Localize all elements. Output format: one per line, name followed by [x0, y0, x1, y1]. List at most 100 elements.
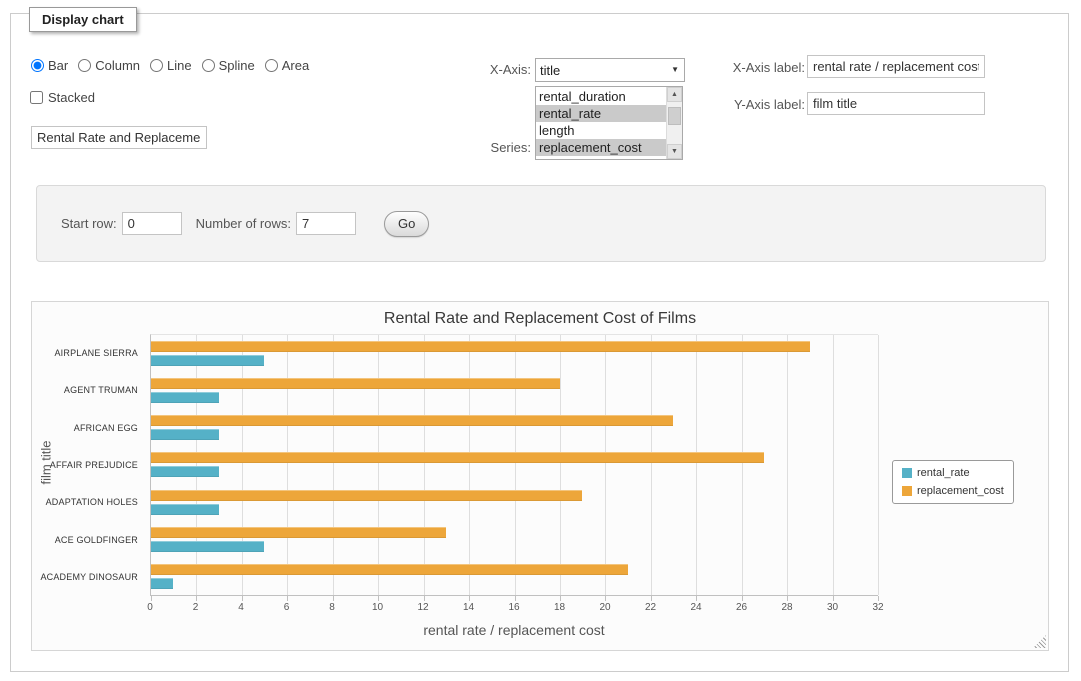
series-option-rental_duration[interactable]: rental_duration: [536, 88, 666, 105]
x-tick-label: 12: [417, 602, 428, 613]
bar-replacement_cost: [151, 452, 764, 463]
stacked-checkbox[interactable]: [30, 91, 43, 104]
chart-type-radio-area[interactable]: [265, 59, 278, 72]
legend-label: replacement_cost: [917, 485, 1004, 497]
axis-tick: [833, 596, 834, 601]
x-tick-label: 20: [599, 602, 610, 613]
axis-tick: [742, 596, 743, 601]
series-option-replacement_cost[interactable]: replacement_cost: [536, 139, 666, 156]
x-axis-label-input[interactable]: [807, 55, 985, 78]
go-button[interactable]: Go: [384, 211, 429, 237]
x-axis-select[interactable]: title: [535, 58, 685, 82]
chart-type-option-spline[interactable]: Spline: [202, 58, 255, 73]
category-row: [151, 409, 878, 446]
category-row: [151, 372, 878, 409]
x-tick-label: 2: [193, 602, 199, 613]
bar-rental_rate: [151, 504, 219, 515]
bar-replacement_cost: [151, 564, 628, 575]
scroll-down-icon: ▼: [671, 148, 678, 155]
series-listbox-scrollbar[interactable]: ▲ ▼: [666, 87, 682, 159]
x-tick-label: 4: [238, 602, 244, 613]
x-axis-select-label: X-Axis:: [431, 62, 531, 77]
x-axis-select-wrap: title ▼: [535, 58, 685, 82]
x-tick-label: 14: [463, 602, 474, 613]
category-row: [151, 558, 878, 595]
series-options: rental_durationrental_ratelengthreplacem…: [536, 87, 666, 159]
axis-tick: [878, 596, 879, 601]
number-of-rows-label: Number of rows:: [196, 216, 291, 231]
x-tick-label: 16: [508, 602, 519, 613]
category-label: ACE GOLDFINGER: [55, 535, 138, 545]
category-row: [151, 484, 878, 521]
row-controls-panel: Start row: Number of rows: Go: [36, 185, 1046, 262]
category-row: [151, 335, 878, 372]
x-axis-title: rental rate / replacement cost: [150, 622, 878, 638]
axis-tick: [196, 596, 197, 601]
chart-type-option-label: Bar: [48, 58, 68, 73]
chart-type-radio-spline[interactable]: [202, 59, 215, 72]
chart-title-input[interactable]: [31, 126, 207, 149]
y-axis-label-label: Y-Axis label:: [699, 97, 805, 112]
x-tick-label: 30: [827, 602, 838, 613]
chart-container: Rental Rate and Replacement Cost of Film…: [31, 301, 1049, 651]
legend-item-rental_rate[interactable]: rental_rate: [902, 467, 1004, 479]
start-row-label: Start row:: [61, 216, 117, 231]
chart-type-radio-column[interactable]: [78, 59, 91, 72]
resize-handle-icon[interactable]: [1033, 635, 1046, 648]
display-chart-panel: Display chart BarColumnLineSplineArea St…: [10, 13, 1069, 672]
display-chart-app: Display chart BarColumnLineSplineArea St…: [0, 0, 1081, 681]
chart-type-option-label: Spline: [219, 58, 255, 73]
x-tick-label: 10: [372, 602, 383, 613]
category-label: ADAPTATION HOLES: [46, 497, 138, 507]
chart-type-radio-line[interactable]: [150, 59, 163, 72]
scrollbar-track[interactable]: [667, 102, 682, 144]
category-label: AGENT TRUMAN: [64, 385, 138, 395]
x-tick-label: 24: [690, 602, 701, 613]
bar-rental_rate: [151, 392, 219, 403]
y-axis-label-input[interactable]: [807, 92, 985, 115]
bar-rental_rate: [151, 466, 219, 477]
axis-tick: [651, 596, 652, 601]
scrollbar-thumb[interactable]: [668, 107, 681, 125]
legend-swatch: [902, 468, 912, 478]
axis-tick: [378, 596, 379, 601]
axis-tick: [560, 596, 561, 601]
bar-replacement_cost: [151, 378, 560, 389]
series-option-rental_rate[interactable]: rental_rate: [536, 105, 666, 122]
series-select-label: Series:: [431, 140, 531, 155]
scroll-down-button[interactable]: ▼: [667, 144, 682, 159]
axis-tick: [515, 596, 516, 601]
chart-type-option-line[interactable]: Line: [150, 58, 192, 73]
stacked-option[interactable]: Stacked: [30, 90, 95, 105]
legend-swatch: [902, 486, 912, 496]
x-axis-tick-labels: 02468101214161820222426283032: [150, 602, 878, 616]
chart-type-radio-bar[interactable]: [31, 59, 44, 72]
x-axis-label-label: X-Axis label:: [699, 60, 805, 75]
x-tick-label: 8: [329, 602, 335, 613]
x-tick-label: 22: [645, 602, 656, 613]
category-label: AFRICAN EGG: [74, 423, 138, 433]
bar-rental_rate: [151, 578, 173, 589]
axis-tick: [242, 596, 243, 601]
start-row-input[interactable]: [122, 212, 182, 235]
category-label: AFFAIR PREJUDICE: [50, 460, 138, 470]
axis-tick: [605, 596, 606, 601]
bar-rental_rate: [151, 355, 264, 366]
bar-replacement_cost: [151, 490, 582, 501]
legend-item-replacement_cost[interactable]: replacement_cost: [902, 485, 1004, 497]
chart-title: Rental Rate and Replacement Cost of Film…: [32, 310, 1048, 328]
bar-replacement_cost: [151, 527, 446, 538]
axis-tick: [469, 596, 470, 601]
number-of-rows-input[interactable]: [296, 212, 356, 235]
scroll-up-button[interactable]: ▲: [667, 87, 682, 102]
chart-type-option-label: Line: [167, 58, 192, 73]
axis-tick: [287, 596, 288, 601]
chart-type-option-bar[interactable]: Bar: [31, 58, 68, 73]
series-listbox[interactable]: rental_durationrental_ratelengthreplacem…: [535, 86, 683, 160]
series-option-length[interactable]: length: [536, 122, 666, 139]
x-tick-label: 18: [554, 602, 565, 613]
chart-type-option-area[interactable]: Area: [265, 58, 309, 73]
chart-type-option-column[interactable]: Column: [78, 58, 140, 73]
bar-rental_rate: [151, 541, 264, 552]
category-label: ACADEMY DINOSAUR: [40, 572, 138, 582]
